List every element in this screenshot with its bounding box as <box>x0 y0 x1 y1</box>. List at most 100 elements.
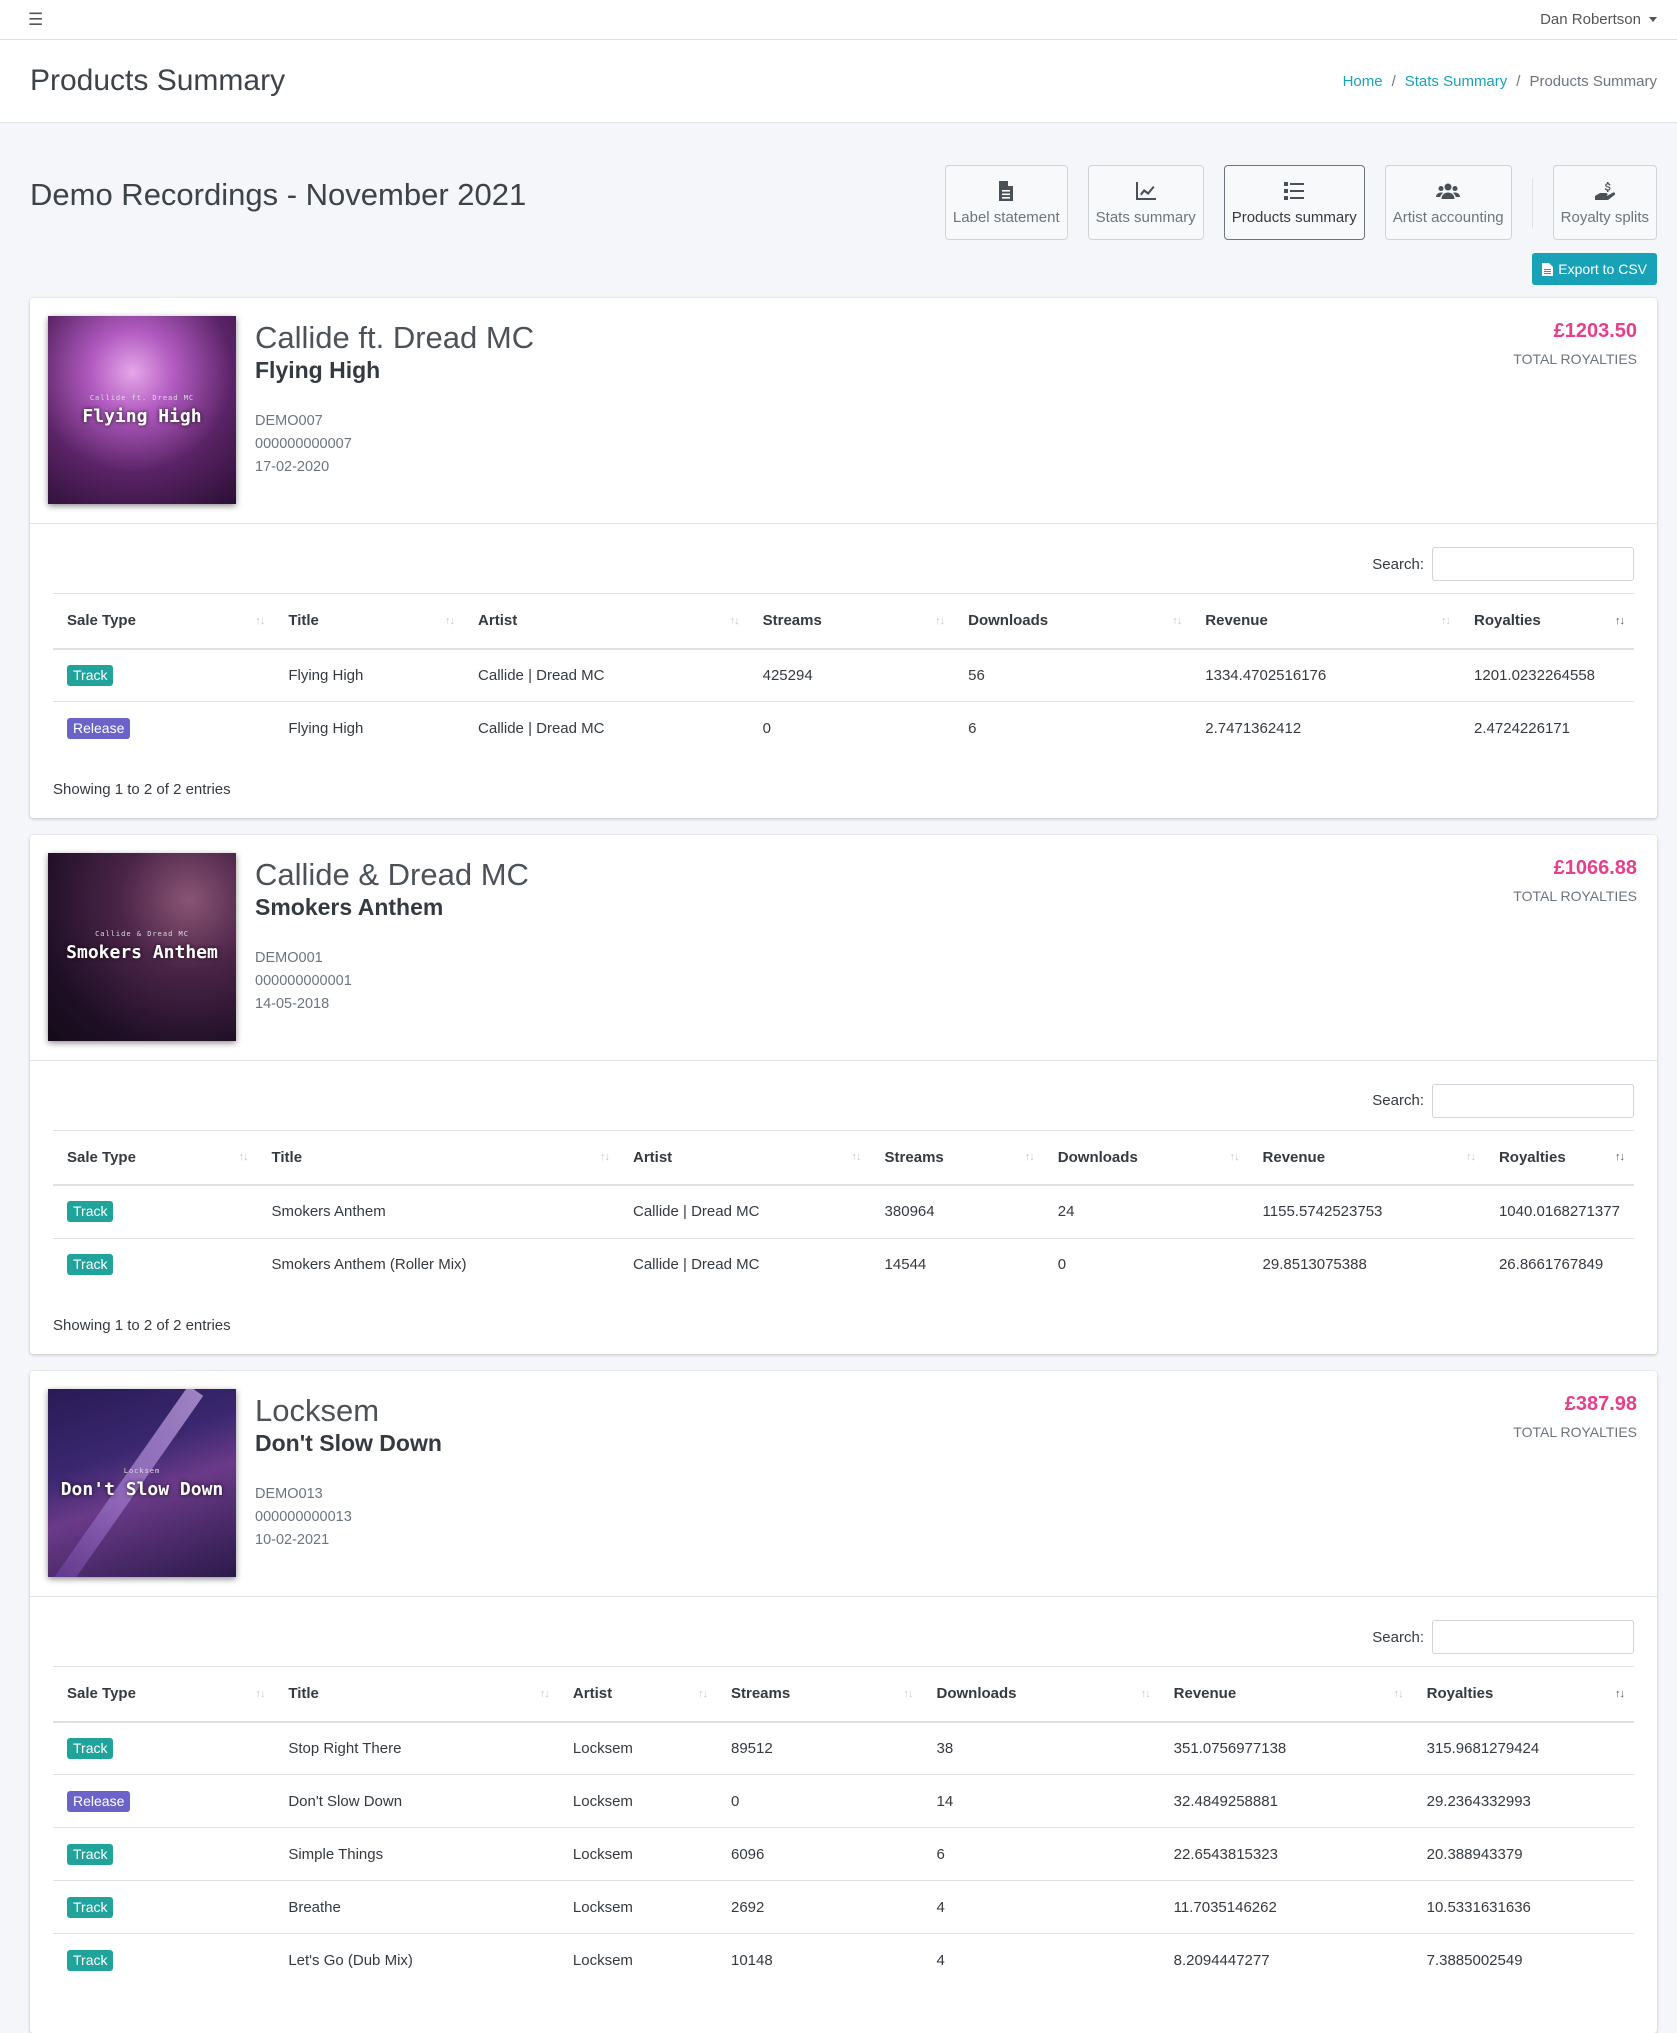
user-name: Dan Robertson <box>1540 11 1641 28</box>
upc-code: 000000000013 <box>255 1509 352 1525</box>
column-header[interactable]: Title ↑↓ <box>274 1666 559 1723</box>
sort-icon[interactable]: ↑↓ <box>1141 1688 1151 1700</box>
breadcrumb-home[interactable]: Home <box>1343 73 1383 90</box>
column-header[interactable]: Revenue ↑↓ <box>1159 1666 1413 1723</box>
table-row: Track Let's Go (Dub Mix) Locksem 10148 4 8.20… <box>53 1933 1634 1987</box>
sale-type-badge: Track <box>67 1254 114 1276</box>
album-cover: Callide & Dread MC Smokers Anthem <box>48 852 236 1041</box>
column-header[interactable]: Artist ↑↓ <box>464 593 749 650</box>
sort-icon[interactable]: ↑↓ <box>1441 615 1451 627</box>
search-input[interactable] <box>1432 547 1634 581</box>
total-royalties: £1203.50 TOTAL ROYALTIES <box>1513 320 1637 367</box>
product-table-section: Search: Sale Type ↑↓ Title ↑↓ Artist ↑↓ Stream… <box>30 524 1657 818</box>
sort-icon[interactable]: ↑↓ <box>1025 1151 1035 1163</box>
column-header[interactable]: Sale Type ↑↓ <box>53 1666 275 1723</box>
sale-type-cell: Track <box>53 1933 275 1987</box>
label-statement-button[interactable]: Label statement <box>944 165 1068 240</box>
royalty-amount: £387.98 <box>1564 1393 1637 1415</box>
artist-cell: Locksem <box>558 1774 717 1828</box>
column-header[interactable]: Downloads ↑↓ <box>1043 1129 1249 1186</box>
column-header[interactable]: Streams ↑↓ <box>870 1129 1044 1186</box>
sort-icon[interactable]: ↑↓ <box>1466 1151 1476 1163</box>
sort-icon[interactable]: ↑↓ <box>935 615 945 627</box>
sort-icon[interactable]: ↑↓ <box>540 1688 550 1700</box>
table-row: Track Simple Things Locksem 6096 6 22.6543815… <box>53 1827 1634 1881</box>
breadcrumb: Home / Stats Summary / Products Summary <box>1343 73 1657 90</box>
artist-cell: Callide | Dread MC <box>618 1237 871 1291</box>
column-header[interactable]: Title ↑↓ <box>274 593 465 650</box>
column-header[interactable]: Artist ↑↓ <box>558 1666 717 1723</box>
sort-icon[interactable]: ↑↓ <box>1172 615 1182 627</box>
sort-icon[interactable]: ↑↓ <box>239 1151 249 1163</box>
revenue-cell: 1334.4702516176 <box>1205 666 1327 684</box>
royalty-label: TOTAL ROYALTIES <box>1513 351 1637 367</box>
sort-icon[interactable]: ↑↓ <box>445 615 455 627</box>
sort-icon[interactable]: ↑↓ <box>904 1688 914 1700</box>
sort-icon[interactable]: ↑↓ <box>1615 615 1625 627</box>
title-cell: Simple Things <box>274 1827 559 1881</box>
product-title: Flying High <box>255 357 381 383</box>
catalog-number: DEMO001 <box>255 949 323 966</box>
column-header[interactable]: Downloads ↑↓ <box>954 593 1192 650</box>
user-menu[interactable]: Dan Robertson <box>1540 11 1657 28</box>
sort-icon[interactable]: ↑↓ <box>698 1688 708 1700</box>
column-header[interactable]: Royalties ↑↓ <box>1460 593 1634 650</box>
sales-table: Sale Type ↑↓ Title ↑↓ Artist ↑↓ Streams ↑↓ Downl… <box>53 1666 1634 1987</box>
sort-icon[interactable]: ↑↓ <box>1230 1151 1240 1163</box>
sale-type-badge: Track <box>67 1201 114 1223</box>
column-header[interactable]: Streams ↑↓ <box>717 1666 923 1723</box>
column-header[interactable]: Royalties ↑↓ <box>1412 1666 1634 1723</box>
column-header[interactable]: Sale Type ↑↓ <box>53 593 275 650</box>
column-header[interactable]: Royalties ↑↓ <box>1484 1129 1634 1186</box>
column-header[interactable]: Downloads ↑↓ <box>922 1666 1160 1723</box>
artist-cell: Callide | Dread MC <box>632 1203 760 1221</box>
column-header-label: Artist <box>478 612 518 630</box>
artist-cell: Callide | Dread MC <box>478 666 605 684</box>
column-header-label: Downloads <box>936 1685 1017 1703</box>
cover-title-text: Smokers Anthem <box>66 942 218 963</box>
column-header-label: Sale Type <box>67 1685 136 1703</box>
title-cell: Flying High <box>274 701 465 755</box>
sort-icon[interactable]: ↑↓ <box>600 1151 610 1163</box>
sort-icon[interactable]: ↑↓ <box>852 1151 862 1163</box>
column-header[interactable]: Streams ↑↓ <box>748 593 955 650</box>
revenue-cell: 22.6543815323 <box>1159 1827 1413 1881</box>
artist-accounting-button[interactable]: Artist accounting <box>1384 165 1512 240</box>
export-csv-button[interactable]: Export to CSV <box>1532 253 1657 285</box>
table-info: Showing 1 to 2 of 2 entries <box>53 1317 231 1334</box>
sort-icon[interactable]: ↑↓ <box>255 615 265 627</box>
royalties-cell: 10.5331631636 <box>1412 1880 1634 1934</box>
column-header[interactable]: Sale Type ↑↓ <box>53 1129 258 1186</box>
sort-icon[interactable]: ↑↓ <box>255 1688 265 1700</box>
menu-toggle-icon[interactable]: ☰ <box>28 11 43 28</box>
stats-summary-button[interactable]: Stats summary <box>1087 165 1204 240</box>
column-header[interactable]: Title ↑↓ <box>257 1129 619 1186</box>
sort-icon[interactable]: ↑↓ <box>1615 1151 1625 1163</box>
product-header: Callide & Dread MC Smokers Anthem Callid… <box>30 835 1657 1061</box>
sort-icon[interactable]: ↑↓ <box>730 615 740 627</box>
sale-type-cell: Release <box>53 701 275 755</box>
table-row: Track Smokers Anthem Callide | Dread MC 380… <box>53 1185 1634 1238</box>
revenue-cell: 29.8513075388 <box>1248 1237 1485 1291</box>
breadcrumb-stats-summary[interactable]: Stats Summary <box>1405 73 1508 90</box>
title-cell: Flying High <box>288 666 364 684</box>
column-header-label: Royalties <box>1498 1148 1566 1166</box>
royalty-splits-button[interactable]: Royalty splits <box>1552 165 1657 240</box>
product-artist: Callide ft. Dread MC <box>255 320 535 355</box>
sort-icon[interactable]: ↑↓ <box>1615 1688 1625 1700</box>
sale-type-badge: Track <box>67 1949 114 1971</box>
products-summary-button[interactable]: Products summary <box>1223 165 1365 240</box>
column-header[interactable]: Artist ↑↓ <box>618 1129 871 1186</box>
top-navbar: ☰ Dan Robertson <box>0 0 1677 40</box>
sale-type-badge: Track <box>67 1737 114 1759</box>
product-meta: DEMO007 000000000007 17-02-2020 <box>255 410 352 479</box>
column-header[interactable]: Revenue ↑↓ <box>1248 1129 1485 1186</box>
artist-cell: Locksem <box>572 1739 633 1757</box>
sort-icon[interactable]: ↑↓ <box>1394 1688 1404 1700</box>
sale-type-cell: Track <box>53 1185 258 1238</box>
search-input[interactable] <box>1432 1620 1634 1654</box>
column-header[interactable]: Revenue ↑↓ <box>1191 593 1461 650</box>
search-input[interactable] <box>1432 1083 1634 1118</box>
table-search: Search: <box>53 547 1634 581</box>
column-header-label: Revenue <box>1205 612 1268 630</box>
